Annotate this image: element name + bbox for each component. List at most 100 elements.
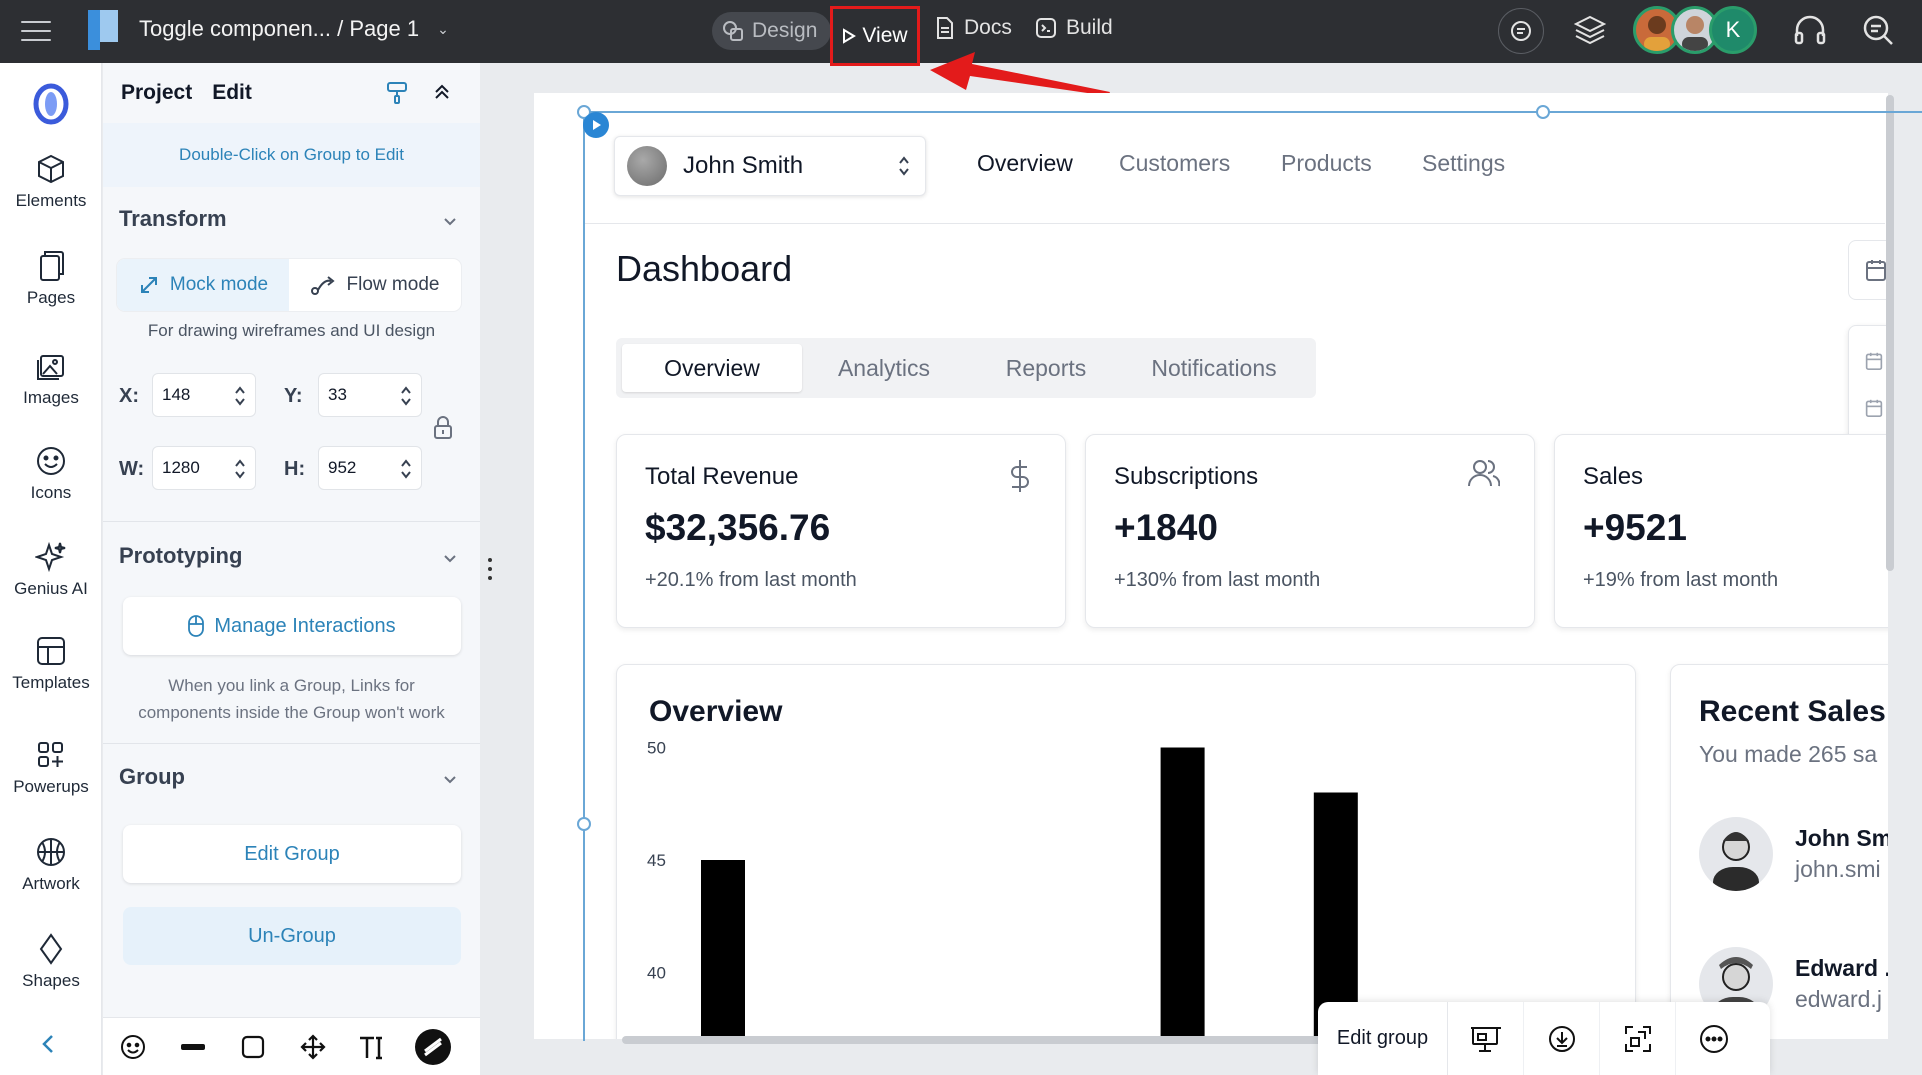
stepper-icon[interactable] <box>234 458 246 480</box>
panel-header: Project Edit <box>103 63 480 123</box>
horizontal-scrollbar[interactable] <box>622 1036 1342 1044</box>
rail-templates[interactable]: Templates <box>0 635 102 693</box>
chevron-down-icon: ⌄ <box>437 20 449 37</box>
dashboard-tabs: Overview Analytics Reports Notifications <box>616 338 1316 398</box>
nav-products[interactable]: Products <box>1281 150 1372 177</box>
more-horizontal-icon <box>1700 1024 1728 1053</box>
nav-overview[interactable]: Overview <box>977 150 1073 177</box>
rail-label: Pages <box>26 288 76 307</box>
chevron-down-icon[interactable] <box>442 213 458 229</box>
more-options-button[interactable] <box>1676 1002 1752 1075</box>
line-tool[interactable] <box>163 1043 223 1050</box>
w-value: 1280 <box>162 458 200 477</box>
rail-artwork[interactable]: Artwork <box>0 836 102 894</box>
chevrons-up-down-icon <box>899 156 909 176</box>
edit-group-button[interactable]: Edit Group <box>123 825 461 883</box>
present-button[interactable] <box>1448 1002 1524 1075</box>
rail-images[interactable]: Images <box>0 350 102 408</box>
mock-mode-button[interactable]: Mock mode <box>117 259 289 311</box>
nav-customers[interactable]: Customers <box>1119 150 1230 177</box>
collapse-chevron-icon[interactable] <box>38 1033 60 1055</box>
calendar-icon <box>1865 353 1883 371</box>
avatar <box>627 146 667 186</box>
tab-project[interactable]: Project <box>121 81 192 105</box>
headphones-icon[interactable] <box>1793 14 1827 46</box>
w-field[interactable]: 1280 <box>152 446 256 490</box>
chat-icon <box>1511 21 1531 41</box>
stepper-icon[interactable] <box>400 458 412 480</box>
rail-pages[interactable]: Pages <box>0 250 102 308</box>
expand-arrows-icon <box>140 277 157 293</box>
rail-label: Images <box>23 388 79 407</box>
chevron-down-icon[interactable] <box>442 550 458 566</box>
manage-interactions-label: Manage Interactions <box>214 614 396 637</box>
vertical-scrollbar[interactable] <box>1886 95 1894 571</box>
image-icon <box>37 355 64 380</box>
rail-powerups[interactable]: Powerups <box>0 739 102 797</box>
document-icon <box>937 17 953 39</box>
document-icon <box>88 10 118 50</box>
nav-settings[interactable]: Settings <box>1422 150 1505 177</box>
fit-button[interactable] <box>1600 1002 1676 1075</box>
rail-elements[interactable]: Elements <box>0 153 102 211</box>
user-switcher[interactable]: John Smith <box>614 136 926 196</box>
tab-analytics[interactable]: Analytics <box>802 344 966 392</box>
brand-tool[interactable] <box>403 1028 463 1065</box>
emoji-tool[interactable] <box>103 1034 163 1060</box>
resize-handle[interactable] <box>577 817 591 831</box>
play-icon[interactable] <box>583 112 609 138</box>
y-field[interactable]: 33 <box>318 373 422 417</box>
smiley-icon <box>37 447 65 475</box>
manage-interactions-button[interactable]: Manage Interactions <box>123 597 461 655</box>
tab-reports[interactable]: Reports <box>966 344 1126 392</box>
stepper-icon[interactable] <box>400 385 412 407</box>
h-label: H: <box>284 458 306 480</box>
layers-icon[interactable] <box>1574 15 1606 45</box>
collaborator-avatars[interactable]: K <box>1633 6 1757 54</box>
tab-edit[interactable]: Edit <box>212 81 252 105</box>
flow-mode-label: Flow mode <box>346 274 440 295</box>
lock-icon[interactable] <box>433 416 453 440</box>
rectangle-tool[interactable] <box>223 1035 283 1059</box>
line-icon <box>181 1043 205 1050</box>
group-toolbar: Edit group <box>1318 1002 1770 1075</box>
stepper-icon[interactable] <box>234 385 246 407</box>
sale-name: John Sm <box>1795 825 1893 851</box>
docs-button[interactable]: Docs <box>936 16 1012 40</box>
ungroup-button[interactable]: Un-Group <box>123 907 461 965</box>
square-icon <box>241 1035 265 1058</box>
h-field[interactable]: 952 <box>318 446 422 490</box>
text-tool[interactable] <box>343 1034 403 1060</box>
view-mode-button[interactable]: View <box>830 6 920 66</box>
paint-roller-icon[interactable] <box>386 81 408 105</box>
search-icon[interactable] <box>1862 14 1894 46</box>
rail-genius-ai[interactable]: Genius AI <box>0 541 102 599</box>
divider <box>103 521 480 522</box>
chevrons-up-icon[interactable] <box>433 83 451 101</box>
design-mode-button[interactable]: Design <box>712 12 832 50</box>
menu-icon[interactable] <box>20 16 52 46</box>
rail-shapes[interactable]: Shapes <box>0 933 102 991</box>
edit-group-toolbar-button[interactable]: Edit group <box>1318 1002 1448 1075</box>
panel-resize-handle[interactable] <box>488 558 492 580</box>
design-mode-label: Design <box>752 19 818 42</box>
document-title[interactable]: Toggle componen... / Page 1 ⌄ <box>139 16 449 42</box>
chevron-down-icon[interactable] <box>442 771 458 787</box>
x-field[interactable]: 148 <box>152 373 256 417</box>
calendar-icon <box>1866 260 1886 281</box>
list-item[interactable]: John Sm john.smi <box>1699 817 1892 891</box>
move-tool[interactable] <box>283 1033 343 1060</box>
basketball-icon <box>37 838 65 866</box>
comments-button[interactable] <box>1498 8 1544 54</box>
flow-icon <box>310 276 335 295</box>
download-button[interactable] <box>1524 1002 1600 1075</box>
resize-handle[interactable] <box>1536 105 1550 119</box>
build-button[interactable]: Build <box>1036 16 1113 40</box>
tab-notifications[interactable]: Notifications <box>1126 344 1302 392</box>
rail-icons[interactable]: Icons <box>0 445 102 503</box>
app-logo[interactable] <box>33 83 69 125</box>
flow-mode-button[interactable]: Flow mode <box>289 259 461 311</box>
download-icon <box>1548 1025 1575 1052</box>
recent-sales-subtitle: You made 265 sa <box>1699 741 1878 767</box>
tab-overview[interactable]: Overview <box>622 344 802 392</box>
